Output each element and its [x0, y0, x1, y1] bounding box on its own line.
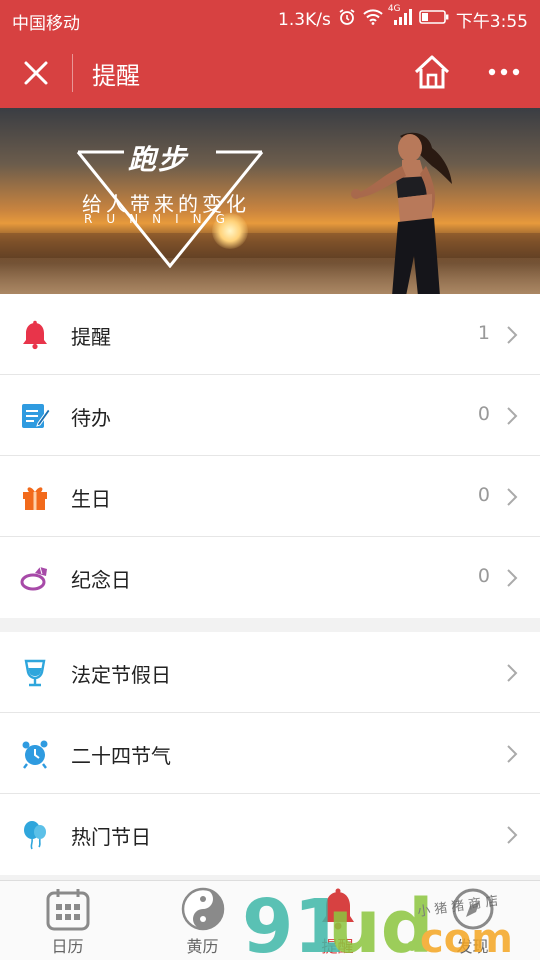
tab-label: 黄历 [186, 937, 219, 956]
tab-label: 提醒 [321, 937, 354, 956]
list-item-anniversary[interactable]: 纪念日 0 [0, 537, 540, 618]
festival-list: 法定节假日 二十四节气 热门节日 [0, 632, 540, 875]
chevron-right-icon [506, 825, 518, 845]
clock-time: 下午3:55 [455, 12, 528, 32]
tab-calendar[interactable]: 日历 [0, 881, 135, 960]
list-item-count: 0 [477, 484, 490, 506]
calendar-icon [45, 887, 91, 931]
tab-almanac[interactable]: 黄历 [135, 881, 270, 960]
alarm-clock-icon [20, 739, 50, 769]
list-item-birthday[interactable]: 生日 0 [0, 456, 540, 537]
list-item-label: 法定节假日 [71, 663, 171, 687]
wifi-icon [363, 9, 383, 30]
list-item-popular-festivals[interactable]: 热门节日 [0, 794, 540, 875]
list-item-label: 纪念日 [71, 568, 131, 592]
banner-headline: 跑步 [128, 143, 189, 176]
chevron-right-icon [506, 744, 518, 764]
wine-glass-icon [20, 658, 50, 688]
list-item-solar-terms[interactable]: 二十四节气 [0, 713, 540, 794]
runner-figure [351, 132, 452, 294]
yinyang-icon [180, 887, 226, 931]
list-item-count: 1 [477, 322, 490, 344]
chevron-right-icon [506, 487, 518, 507]
signal-icon: 4G [388, 4, 412, 31]
chevron-right-icon [506, 406, 518, 426]
chevron-right-icon [506, 663, 518, 683]
page-title: 提醒 [92, 62, 140, 90]
list-item-label: 待办 [71, 406, 111, 430]
reminder-list: 提醒 1 待办 0 生日 0 纪念日 0 [0, 294, 540, 618]
status-bar: 中国移动 1.3K/s 4G 下午3:55 [0, 0, 540, 38]
list-item-label: 生日 [71, 487, 111, 511]
more-icon[interactable] [484, 58, 524, 86]
compass-icon [450, 887, 496, 931]
list-item-label: 热门节日 [71, 825, 151, 849]
close-icon[interactable] [18, 55, 54, 91]
tab-label: 发现 [456, 937, 489, 956]
list-item-todo[interactable]: 待办 0 [0, 375, 540, 456]
network-speed: 1.3K/s [278, 9, 331, 30]
gift-icon [20, 482, 50, 512]
list-item-label: 提醒 [71, 325, 111, 349]
banner-english: RUNNING [84, 212, 239, 226]
chevron-right-icon [506, 568, 518, 588]
bell-icon [20, 320, 50, 350]
nav-divider [72, 54, 73, 92]
tab-reminder[interactable]: 提醒 [270, 881, 405, 960]
network-type: 4G [387, 4, 401, 14]
bell-icon [315, 887, 361, 931]
list-item-reminder[interactable]: 提醒 1 [0, 294, 540, 375]
bottom-tab-bar: 日历 黄历 提醒 发现 [0, 880, 540, 960]
ring-icon [20, 563, 50, 593]
alarm-icon [338, 8, 356, 31]
todo-icon [20, 401, 51, 431]
promo-banner[interactable]: 跑步 给人带来的变化 RUNNING [0, 108, 540, 294]
list-item-label: 二十四节气 [71, 744, 171, 768]
tab-label: 日历 [51, 937, 84, 956]
list-item-count: 0 [477, 565, 490, 587]
tab-discover[interactable]: 发现 [405, 881, 540, 960]
balloon-icon [20, 820, 50, 850]
nav-bar: 提醒 [0, 38, 540, 108]
home-icon[interactable] [412, 52, 452, 92]
chevron-right-icon [506, 325, 518, 345]
list-item-count: 0 [477, 403, 490, 425]
battery-icon [419, 9, 449, 30]
list-item-legal-holiday[interactable]: 法定节假日 [0, 632, 540, 713]
carrier-name: 中国移动 [12, 14, 80, 34]
